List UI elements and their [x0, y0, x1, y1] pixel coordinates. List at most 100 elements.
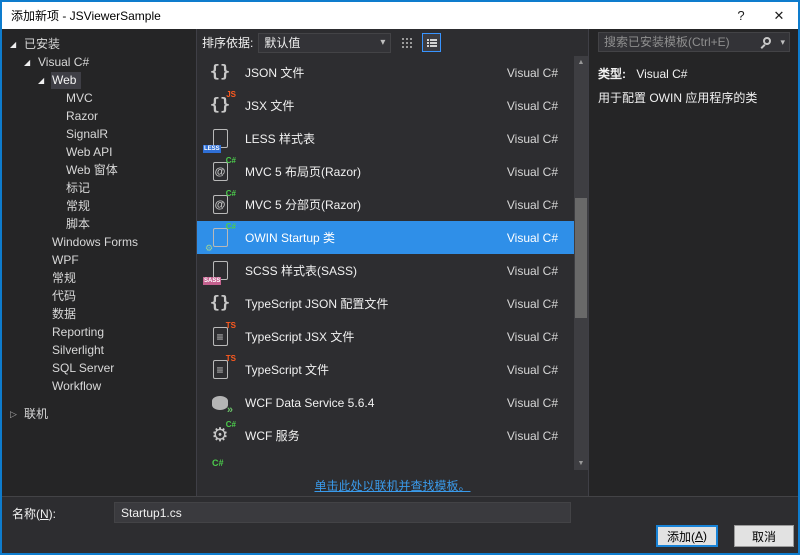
- sidebar-item-label: 已安装: [23, 34, 65, 54]
- template-name: MVC 5 布局页(Razor): [245, 163, 507, 180]
- sidebar-item-label: SignalR: [65, 126, 113, 143]
- ts-icon: ≡ TS: [207, 357, 233, 383]
- tree-expander-icon[interactable]: [10, 40, 23, 49]
- sidebar-item-label: 联机: [23, 404, 53, 424]
- sidebar-item[interactable]: Reporting: [2, 323, 196, 341]
- template-item[interactable]: ≡ TS TypeScript 文件 Visual C#: [197, 353, 574, 386]
- template-type-row: 类型: Visual C#: [598, 65, 790, 82]
- template-item[interactable]: {} TypeScript JSON 配置文件 Visual C#: [197, 287, 574, 320]
- sidebar-item[interactable]: Web: [2, 71, 196, 89]
- sidebar-item[interactable]: MVC: [2, 89, 196, 107]
- sidebar-item[interactable]: 标记: [2, 179, 196, 197]
- jsx-icon: {} JS: [207, 93, 233, 119]
- scrollbar-thumb[interactable]: [575, 198, 587, 318]
- small-icons-view-button[interactable]: [397, 33, 416, 52]
- template-language: Visual C#: [507, 429, 558, 443]
- json-icon: {}: [207, 291, 233, 317]
- sidebar-item[interactable]: 常规: [2, 269, 196, 287]
- sidebar-item-label: Razor: [65, 108, 103, 125]
- sidebar-item-label: Web API: [65, 144, 117, 161]
- icon-badge: LESS: [203, 145, 221, 153]
- sidebar-item-label: SQL Server: [51, 360, 119, 377]
- sidebar-item[interactable]: 脚本: [2, 215, 196, 233]
- template-language: Visual C#: [507, 396, 558, 410]
- sidebar-item[interactable]: Web API: [2, 143, 196, 161]
- sidebar-item[interactable]: Razor: [2, 107, 196, 125]
- template-language: Visual C#: [507, 264, 558, 278]
- template-item[interactable]: @ C# MVC 5 布局页(Razor) Visual C#: [197, 155, 574, 188]
- template-item[interactable]: LESS LESS 样式表 Visual C#: [197, 122, 574, 155]
- sidebar-item-label: 常规: [51, 268, 81, 288]
- sidebar-item-label: MVC: [65, 90, 98, 107]
- search-chevron-down-icon[interactable]: ▾: [780, 37, 785, 48]
- scroll-up-icon[interactable]: ▲: [574, 59, 588, 66]
- icon-glyph: {}: [210, 62, 230, 82]
- sidebar-item[interactable]: WPF: [2, 251, 196, 269]
- cancel-button[interactable]: 取消: [734, 525, 794, 547]
- template-item[interactable]: {} JSON 文件 Visual C#: [197, 56, 574, 89]
- template-item[interactable]: ≡ TS TypeScript JSX 文件 Visual C#: [197, 320, 574, 353]
- sidebar-item[interactable]: 已安装: [2, 35, 196, 53]
- sidebar-item-label: Web 窗体: [65, 160, 123, 180]
- template-name: LESS 样式表: [245, 130, 507, 147]
- less-icon: LESS: [207, 126, 233, 152]
- template-item[interactable]: @ C# MVC 5 分部页(Razor) Visual C#: [197, 188, 574, 221]
- sidebar-item[interactable]: Web 窗体: [2, 161, 196, 179]
- sidebar-item[interactable]: Windows Forms: [2, 233, 196, 251]
- tree-expander-icon[interactable]: [24, 58, 37, 67]
- sort-by-dropdown[interactable]: 默认值 ▾: [258, 33, 391, 53]
- template-name: OWIN Startup 类: [245, 229, 507, 246]
- tree-expander-icon[interactable]: [10, 409, 23, 420]
- search-box: ▾: [598, 32, 790, 52]
- type-value: Visual C#: [636, 67, 687, 81]
- sidebar-item[interactable]: SQL Server: [2, 359, 196, 377]
- sidebar-item-label: 标记: [65, 178, 95, 198]
- gear-icon: ⚙ C#: [207, 423, 233, 449]
- help-button[interactable]: ?: [722, 2, 760, 29]
- file-name-input[interactable]: [114, 502, 571, 523]
- icon-badge: C#: [226, 223, 236, 231]
- template-item[interactable]: {} JS JSX 文件 Visual C#: [197, 89, 574, 122]
- dialog-footer: 名称(N): 添加(A) 取消: [2, 496, 798, 553]
- template-name: TypeScript 文件: [245, 361, 507, 378]
- template-language: Visual C#: [507, 99, 558, 113]
- sidebar-item[interactable]: 常规: [2, 197, 196, 215]
- scroll-down-icon[interactable]: ▼: [574, 460, 588, 467]
- template-name: WCF Data Service 5.6.4: [245, 396, 507, 410]
- template-language: Visual C#: [507, 165, 558, 179]
- sidebar-item[interactable]: Visual C#: [2, 53, 196, 71]
- close-button[interactable]: ✕: [760, 2, 798, 29]
- json-icon: {}: [207, 60, 233, 86]
- dialog-title: 添加新项 - JSViewerSample: [2, 7, 722, 24]
- template-list: {} JSON 文件 Visual C# {} JS: [197, 56, 574, 470]
- vertical-scrollbar[interactable]: ▲ ▼: [574, 56, 588, 470]
- icon-glyph: {}: [210, 293, 230, 313]
- tree-expander-icon[interactable]: [38, 76, 51, 85]
- template-name: MVC 5 分部页(Razor): [245, 196, 507, 213]
- template-item[interactable]: C#: [197, 452, 574, 470]
- sidebar-item[interactable]: Workflow: [2, 377, 196, 395]
- template-item[interactable]: C# OWIN Startup 类 Visual C#: [197, 221, 574, 254]
- list-view-button[interactable]: [422, 33, 441, 52]
- template-item[interactable]: SASS SCSS 样式表(SASS) Visual C#: [197, 254, 574, 287]
- template-language: Visual C#: [507, 231, 558, 245]
- type-label: 类型:: [598, 67, 626, 81]
- template-name: WCF 服务: [245, 427, 507, 444]
- sidebar-item[interactable]: Silverlight: [2, 341, 196, 359]
- razor-icon: @ C#: [207, 159, 233, 185]
- search-icon[interactable]: [763, 37, 771, 45]
- icon-badge: TS: [226, 355, 236, 363]
- sidebar-item[interactable]: 代码: [2, 287, 196, 305]
- icon-glyph: @: [213, 162, 228, 181]
- partial-icon: C#: [207, 456, 233, 471]
- sidebar-item[interactable]: 联机: [2, 405, 196, 423]
- sort-by-value: 默认值: [264, 34, 380, 51]
- add-button[interactable]: 添加(A): [656, 525, 718, 547]
- sort-toolbar: 排序依据: 默认值 ▾: [197, 29, 588, 56]
- template-item[interactable]: ⚙ C# WCF 服务 Visual C#: [197, 419, 574, 452]
- find-templates-online-link[interactable]: 单击此处以联机并查找模板。: [314, 477, 470, 494]
- sidebar-item[interactable]: 数据: [2, 305, 196, 323]
- template-item[interactable]: WCF Data Service 5.6.4 Visual C#: [197, 386, 574, 419]
- sidebar-item[interactable]: SignalR: [2, 125, 196, 143]
- icon-badge: C#: [226, 157, 236, 165]
